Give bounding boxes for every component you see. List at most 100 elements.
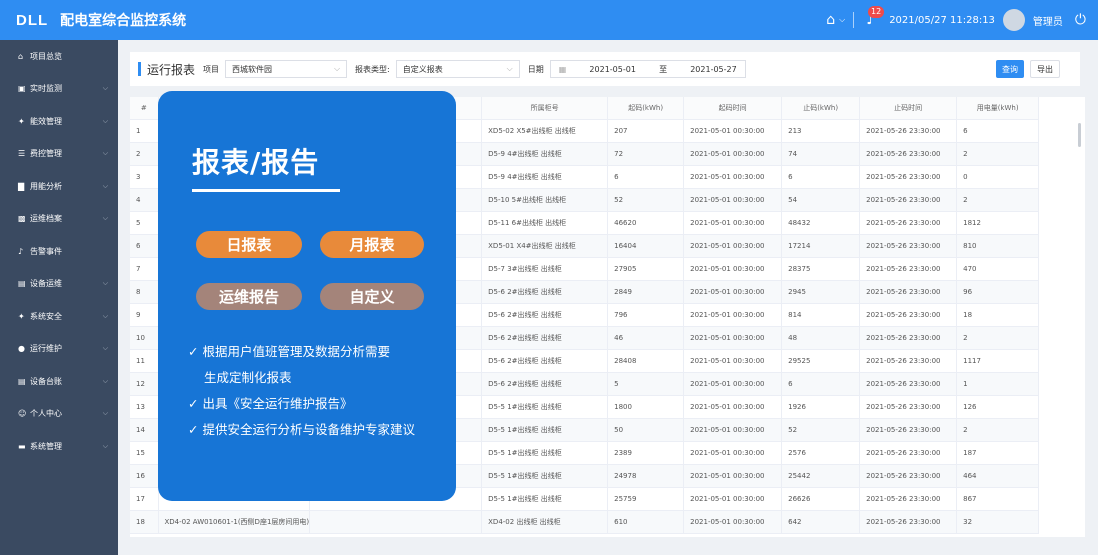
overlay-line-1: ✓ 根据用户值班管理及数据分析需要	[188, 344, 390, 359]
sidebar-item-13[interactable]: ▬ 系统管理 ⌵	[0, 430, 118, 463]
notification-badge: 12	[868, 6, 885, 18]
sidebar-item-8[interactable]: ▤ 设备运维 ⌵	[0, 268, 118, 301]
table-cell: 810	[956, 234, 1040, 258]
sidebar-item-10[interactable]: ● 运行维护 ⌵	[0, 333, 118, 366]
user-name[interactable]: 管理员	[1033, 13, 1063, 28]
column-header: 起码(kWh)	[607, 97, 685, 120]
table-row[interactable]: 18 XD4-02 AW010601-1(西侧D座1层房间用电) XD4-02 出线…	[130, 510, 1040, 534]
sidebar-item-label: 系统安全	[30, 311, 62, 321]
sidebar-item-5[interactable]: ▇ 用能分析 ⌵	[0, 170, 118, 203]
table-cell: 2	[956, 188, 1040, 212]
table-cell: 1117	[956, 349, 1040, 373]
table-cell: 2021-05-01 00:30:00	[683, 257, 783, 281]
page-title: 运行报表	[147, 62, 196, 77]
table-cell: 867	[956, 487, 1040, 511]
report-type-select[interactable]: 自定义报表 ⌵	[395, 60, 520, 78]
app-title: 配电室综合监控系统	[60, 13, 187, 29]
chevron-down-icon: ⌵	[102, 149, 108, 158]
table-cell: 0	[956, 165, 1040, 189]
table-cell: 5	[130, 211, 159, 235]
chevron-down-icon[interactable]: ⌵	[839, 15, 845, 25]
sidebar-item-6[interactable]: ▩ 运维档案 ⌵	[0, 203, 118, 236]
sidebar-item-3[interactable]: ✦ 能效管理 ⌵	[0, 105, 118, 138]
sidebar-item-4[interactable]: ☰ 费控管理 ⌵	[0, 138, 118, 171]
table-cell: D5-5 1#出线柜 出线柜	[481, 464, 609, 488]
table-cell: 13	[130, 395, 159, 419]
bell-icon: ♪	[18, 246, 24, 256]
table-cell: 2389	[607, 441, 685, 465]
table-cell: 2	[956, 418, 1040, 442]
table-cell: 6	[956, 119, 1040, 143]
table-cell: 2	[956, 142, 1040, 166]
sidebar-item-2[interactable]: ▣ 实时监测 ⌵	[0, 73, 118, 106]
sidebar-item-label: 能效管理	[30, 116, 62, 126]
sidebar-item-11[interactable]: ▤ 设备台账 ⌵	[0, 365, 118, 398]
divider	[853, 12, 855, 28]
chevron-down-icon: ⌵	[102, 441, 108, 450]
table-cell: D5-9 4#出线柜 出线柜	[481, 142, 609, 166]
table-cell: 11	[130, 349, 159, 373]
custom-report-pill[interactable]: 自定义	[320, 283, 424, 310]
table-cell: 642	[781, 510, 861, 534]
overlay-line-3: ✓ 出具《安全运行维护报告》	[188, 396, 353, 411]
monitor-icon: ▣	[18, 84, 26, 94]
chevron-down-icon: ⌵	[506, 64, 513, 73]
table-cell: 18	[130, 510, 159, 534]
maintenance-report-pill[interactable]: 运维报告	[196, 283, 302, 310]
query-button[interactable]: 查询	[996, 60, 1024, 78]
table-cell: 5	[607, 372, 685, 396]
shirt-icon[interactable]: ⌂	[826, 12, 835, 28]
table-cell: 470	[956, 257, 1040, 281]
project-select-value: 西城软件园	[232, 64, 273, 74]
table-cell: D5-5 1#出线柜 出线柜	[481, 395, 609, 419]
avatar[interactable]	[1002, 9, 1025, 31]
ledger-icon: ▤	[18, 376, 26, 386]
table-cell: 48	[781, 326, 861, 350]
energy-icon: ✦	[18, 116, 25, 126]
table-cell: 2021-05-01 00:30:00	[683, 188, 783, 212]
power-icon[interactable]: ⏻	[1075, 12, 1086, 28]
table-cell: 2021-05-26 23:30:00	[859, 349, 958, 373]
vertical-scrollbar[interactable]	[1078, 123, 1081, 147]
sidebar-item-label: 告警事件	[30, 246, 62, 256]
export-button[interactable]: 导出	[1030, 60, 1060, 78]
table-cell: 12	[130, 372, 159, 396]
overlay-line-4: ✓ 提供安全运行分析与设备维护专家建议	[188, 422, 415, 437]
table-cell: 26626	[781, 487, 861, 511]
archive-icon: ▩	[18, 214, 26, 224]
sidebar-item-7[interactable]: ♪ 告警事件	[0, 235, 118, 268]
table-cell: 48432	[781, 211, 861, 235]
sidebar-item-9[interactable]: ✦ 系统安全 ⌵	[0, 300, 118, 333]
table-cell: D5-5 1#出线柜 出线柜	[481, 418, 609, 442]
table-cell: 52	[781, 418, 861, 442]
date-to[interactable]: 2021-05-27	[690, 65, 737, 74]
table-cell: 2021-05-01 00:30:00	[683, 487, 783, 511]
table-cell: D5-9 4#出线柜 出线柜	[481, 165, 609, 189]
table-cell: 16	[130, 464, 159, 488]
table-cell: 2021-05-01 00:30:00	[683, 119, 783, 143]
date-range-picker[interactable]: ▦ 2021-05-01 至 2021-05-27	[549, 60, 746, 78]
sidebar-item-1[interactable]: ⌂ 项目总览	[0, 40, 118, 73]
sidebar-item-12[interactable]: ☺ 个人中心 ⌵	[0, 398, 118, 431]
sidebar-item-label: 费控管理	[30, 149, 62, 159]
device-icon: ▤	[18, 279, 26, 289]
table-cell: 96	[956, 280, 1040, 304]
table-cell: 2849	[607, 280, 685, 304]
date-separator: 至	[659, 64, 668, 74]
table-cell: 2021-05-01 00:30:00	[683, 280, 783, 304]
table-cell: D5-6 2#出线柜 出线柜	[481, 303, 609, 327]
table-cell: 9	[130, 303, 159, 327]
table-cell: 2021-05-01 00:30:00	[683, 303, 783, 327]
bell-icon[interactable]: ♪ 12	[866, 6, 885, 28]
table-cell: 1	[130, 119, 159, 143]
monthly-report-pill[interactable]: 月报表	[320, 231, 424, 258]
table-cell: 2021-05-26 23:30:00	[859, 142, 958, 166]
table-cell: 1926	[781, 395, 861, 419]
table-cell: 28408	[607, 349, 685, 373]
project-select[interactable]: 西城软件园 ⌵	[225, 60, 348, 78]
daily-report-pill[interactable]: 日报表	[196, 231, 302, 258]
date-from[interactable]: 2021-05-01	[589, 65, 636, 74]
table-cell: XD5-01 X4#出线柜 出线柜	[481, 234, 609, 258]
table-cell: 17214	[781, 234, 861, 258]
table-cell: 29525	[781, 349, 861, 373]
